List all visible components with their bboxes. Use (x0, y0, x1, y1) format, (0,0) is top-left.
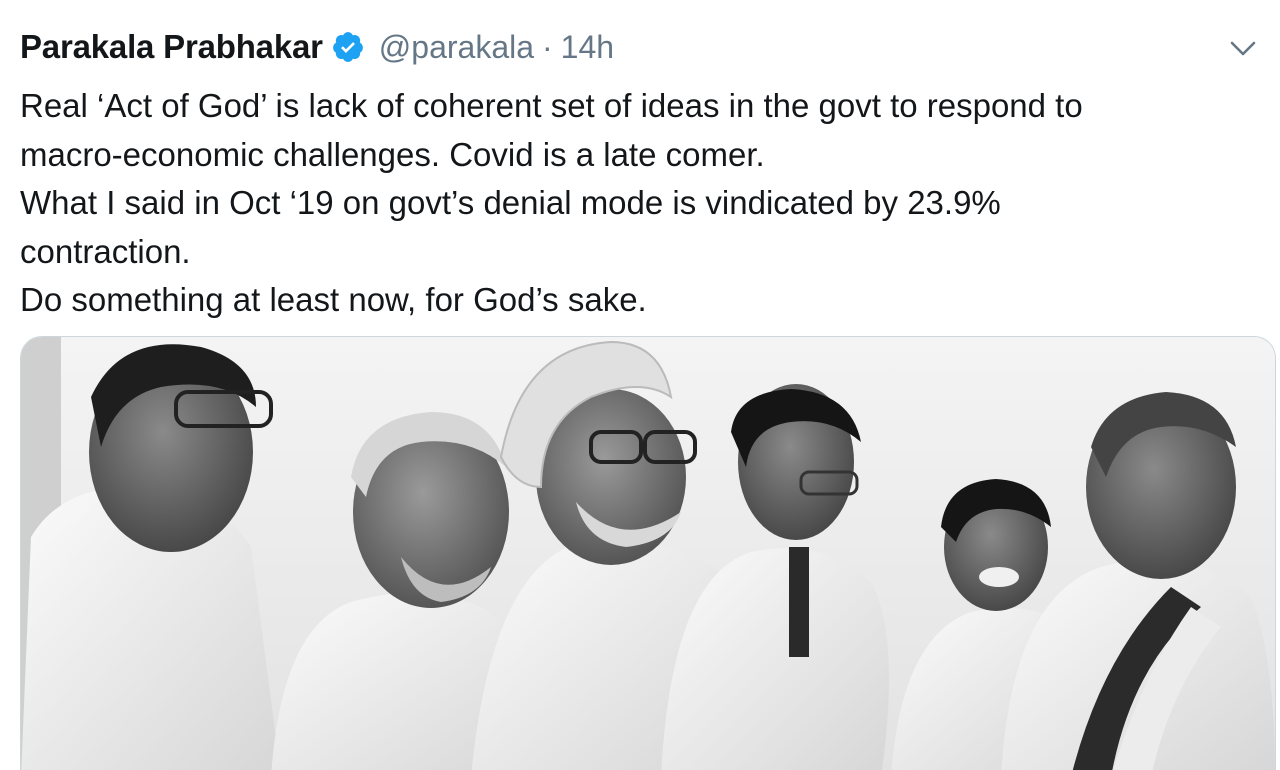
tweet-text: Real ‘Act of God’ is lack of coherent se… (20, 82, 1250, 325)
author-handle[interactable]: @parakala (379, 29, 534, 66)
tweet-text-line: Do something at least now, for God’s sak… (20, 281, 647, 318)
tweet-text-line: macro-economic challenges. Covid is a la… (20, 135, 765, 173)
black-and-white-group-photo (21, 337, 1275, 770)
tweet-text-line: Real ‘Act of God’ is lack of coherent se… (20, 87, 1083, 124)
chevron-down-icon[interactable] (1228, 38, 1258, 60)
tweet-photo[interactable] (20, 336, 1276, 770)
tweet-header: Parakala Prabhakar @parakala · 14h (20, 24, 614, 70)
tweet-text-line: contraction. (20, 232, 191, 270)
verified-badge-icon (331, 30, 365, 64)
tweet-timestamp[interactable]: 14h (561, 29, 614, 66)
separator-dot: · (542, 28, 553, 65)
author-name[interactable]: Parakala Prabhakar (20, 28, 323, 66)
tweet-text-line: What I said in Oct ‘19 on govt’s denial … (20, 184, 1001, 221)
tweet: Parakala Prabhakar @parakala · 14h Real … (0, 0, 1280, 770)
